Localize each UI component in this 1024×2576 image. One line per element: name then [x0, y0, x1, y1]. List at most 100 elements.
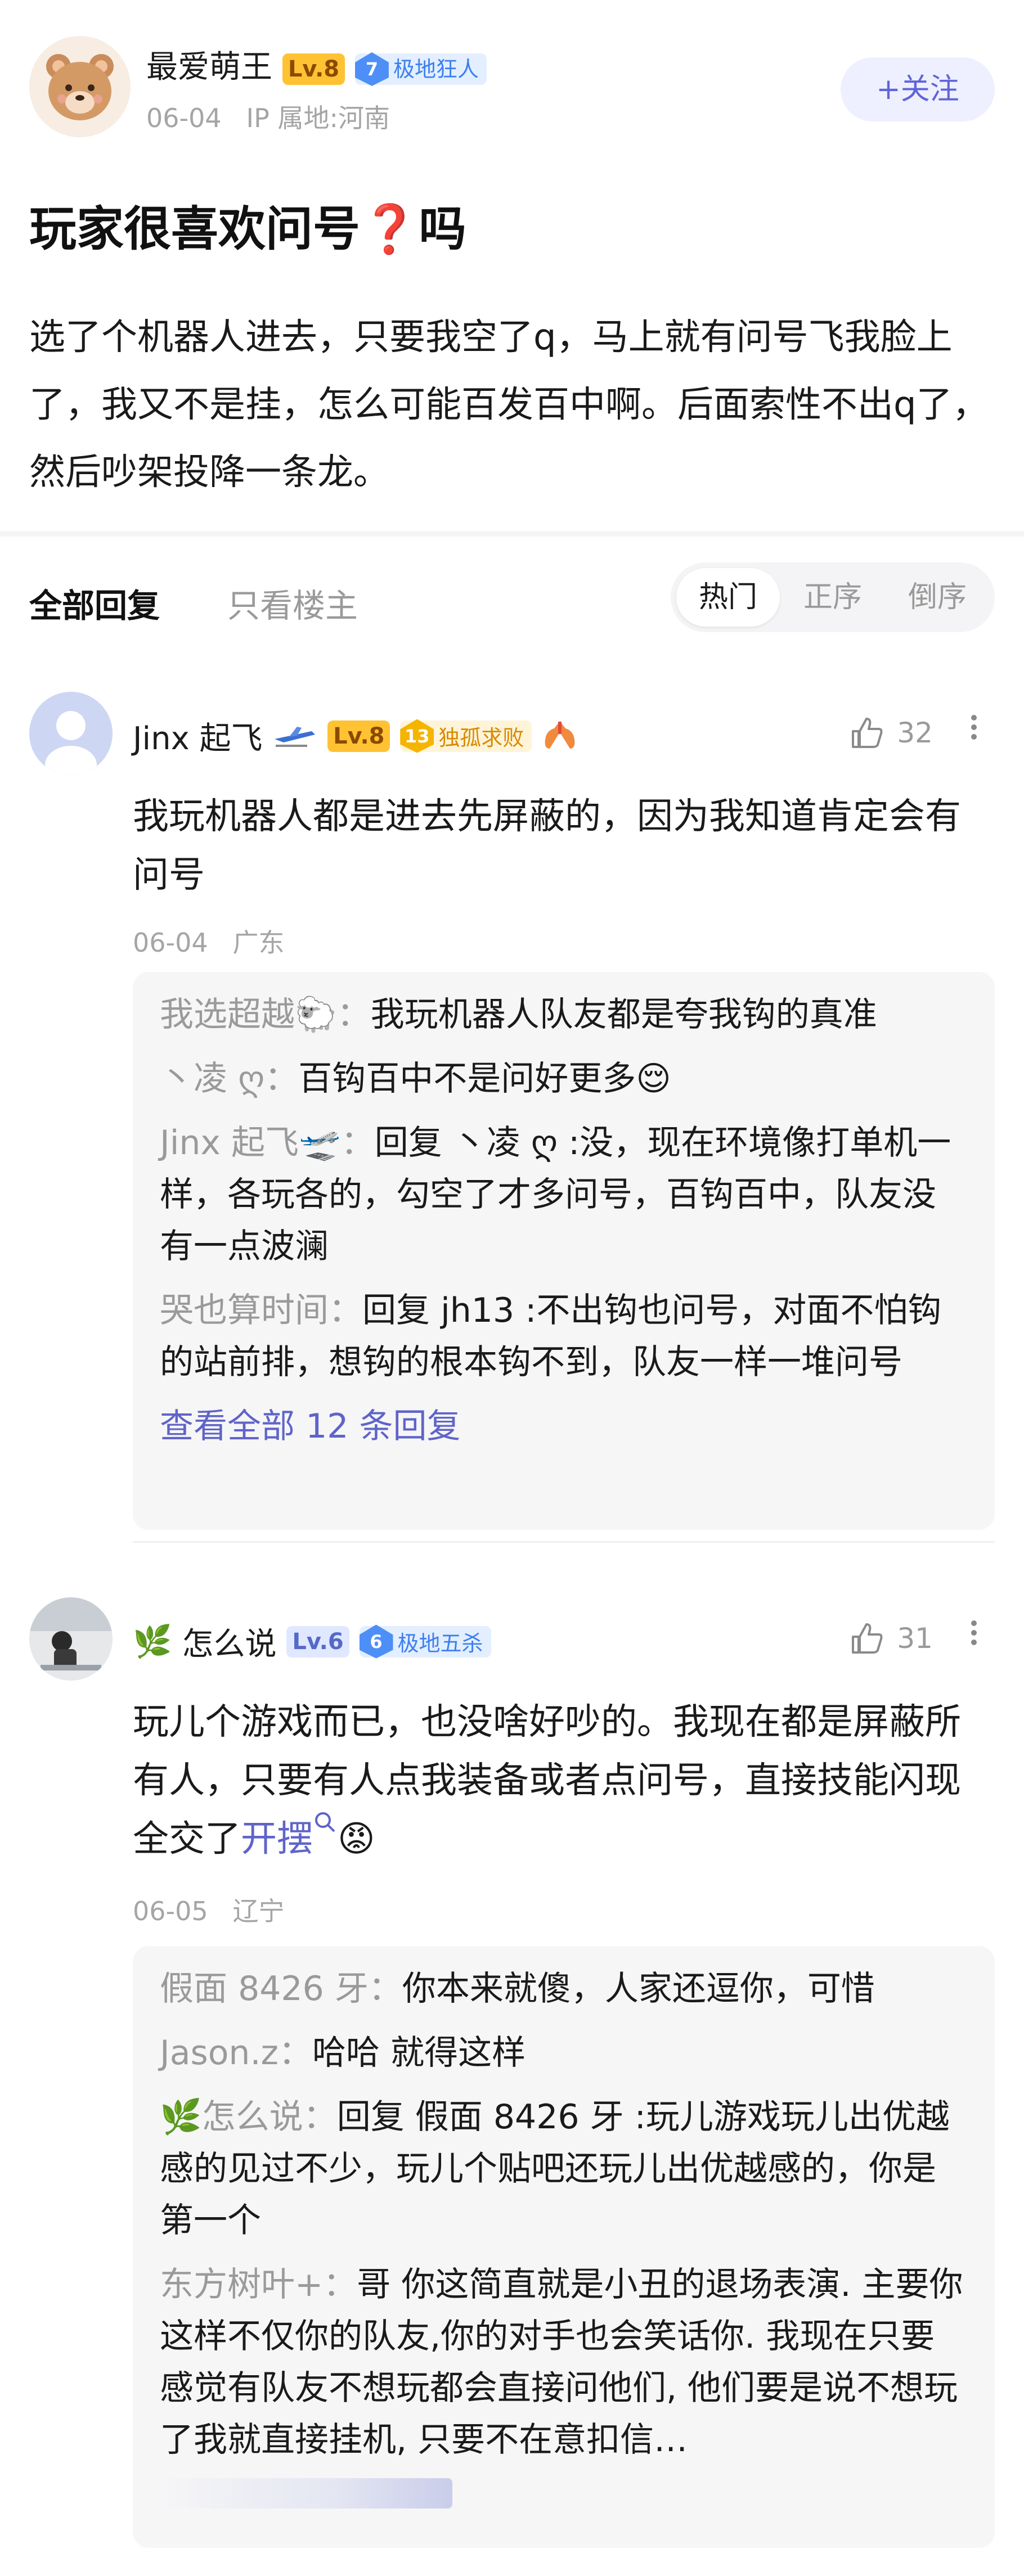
follow-button[interactable]: +关注: [841, 57, 995, 121]
reply-author[interactable]: Jason.z: [160, 2033, 279, 2073]
more-options-icon[interactable]: [965, 711, 982, 756]
commenter-avatar[interactable]: [29, 1597, 113, 1681]
diamond-icon: 6: [359, 1624, 393, 1659]
angry-face-emoji-icon: 😡: [338, 1818, 375, 1860]
tier-badge: 13 独孤求败: [400, 719, 532, 753]
post-header: 最爱萌王 Lv.8 7 极地狂人 06-04 IP 属地:河南 +关注: [29, 36, 995, 137]
tier-badge: 7 极地狂人: [354, 52, 487, 86]
reply-author[interactable]: 假面 8426 牙: [160, 1969, 369, 2008]
reply-item[interactable]: 丶凌 ღ：百钩百中不是问好更多😌: [160, 1053, 968, 1105]
reply-author[interactable]: 怎么说: [202, 2097, 303, 2137]
reply-item[interactable]: Jason.z：哈哈 就得这样: [160, 2027, 968, 2079]
sheep-icon: 🐑: [295, 995, 337, 1034]
leaf-icon: 🌿: [160, 2097, 202, 2137]
comment-date: 06-04: [133, 927, 208, 958]
leaf-icon: 🌿: [133, 1623, 172, 1660]
reply-separator: ：: [336, 995, 371, 1034]
photo-avatar-icon: [29, 1597, 113, 1681]
tier-badge: 6 极地五杀: [359, 1624, 491, 1659]
sort-descending[interactable]: 倒序: [886, 568, 989, 627]
author-avatar[interactable]: [29, 36, 131, 137]
level-badge: Lv.8: [282, 53, 345, 85]
reply-text: 哈哈 就得这样: [312, 2033, 526, 2073]
reply-author[interactable]: Jinx 起飞: [160, 1123, 299, 1163]
default-avatar-icon: [29, 692, 113, 775]
reply-item[interactable]: 东方树叶+：哥 你这简直就是小丑的退场表演. 主要你这样不仅你的队友,你的对手也…: [160, 2259, 968, 2466]
reply-item[interactable]: 我选超越🐑：我玩机器人队友都是夸我钩的真准: [160, 989, 968, 1041]
reply-tabs: 全部回复 只看楼主 热门 正序 倒序: [29, 562, 995, 632]
lungs-icon: [545, 721, 575, 749]
post-date: 06-04: [146, 103, 222, 133]
reply-item[interactable]: 假面 8426 牙：你本来就傻，人家还逗你，可惜: [160, 1963, 968, 2015]
like-count: 31: [897, 1622, 933, 1655]
tab-only-op[interactable]: 只看楼主: [227, 579, 358, 627]
reply-item[interactable]: 哭也算时间：回复 jh13 :不出钩也问号，对面不怕钩的站前排，想钩的根本钩不到…: [160, 1285, 968, 1388]
search-icon[interactable]: [313, 1810, 338, 1835]
reply-separator: ：: [368, 1969, 402, 2008]
comment-location: 辽宁: [232, 1896, 285, 1926]
airplane-icon: [275, 726, 316, 747]
reply-author[interactable]: 丶凌 ღ: [160, 1059, 264, 1098]
comment-divider: [133, 1541, 995, 1543]
reply-separator: ：: [264, 1059, 299, 1098]
comment-text: 我玩机器人都是进去先屏蔽的，因为我知道肯定会有问号: [133, 796, 961, 896]
comment-text: 玩儿个游戏而已，也没啥好吵的。我现在都是屏蔽所有人，只要有人点我装备或者点问号，…: [133, 1693, 995, 1868]
commenter-name[interactable]: 怎么说: [182, 1626, 277, 1663]
comment-item: 🌿 怎么说 Lv.6 6 极地五杀 31 玩儿个游戏而已，也没啥好吵的。我现在都…: [29, 1597, 995, 2554]
reply-separator: ：: [303, 2097, 337, 2137]
reply-author[interactable]: 东方树叶+: [160, 2265, 323, 2304]
level-badge: Lv.8: [327, 720, 390, 752]
reply-separator: ：: [329, 1291, 362, 1330]
section-divider: [0, 531, 1024, 537]
commenter-avatar[interactable]: [29, 692, 113, 775]
tier-label: 极地狂人: [393, 56, 479, 82]
diamond-icon: 13: [400, 719, 434, 753]
reply-text: 你本来就傻，人家还逗你，可惜: [402, 1969, 875, 2008]
reply-item[interactable]: 🌿怎么说：回复 假面 8426 牙 :玩儿游戏玩儿出优越感的见过不少，玩儿个贴吧…: [160, 2091, 968, 2246]
post-meta: 06-04 IP 属地:河南: [146, 98, 390, 135]
smile-emoji-icon: 😌: [636, 1059, 671, 1098]
sort-toggle: 热门 正序 倒序: [671, 562, 995, 632]
like-count: 32: [897, 717, 933, 749]
post-title-suffix: 吗: [419, 201, 466, 256]
more-options-icon[interactable]: [965, 1616, 982, 1661]
reply-author[interactable]: 我选超越: [160, 995, 295, 1034]
like-button[interactable]: 32: [850, 715, 933, 750]
comment-date: 06-05: [133, 1896, 208, 1926]
reply-text: 百钩百中不是问好更多: [298, 1059, 636, 1098]
loading-placeholder-bar: [160, 2478, 452, 2509]
search-link[interactable]: 开摆: [241, 1818, 313, 1860]
post-body: 选了个机器人进去，只要我空了q，马上就有问号飞我脸上了，我又不是挂，怎么可能百发…: [29, 317, 989, 493]
post-ip: IP 属地:河南: [246, 103, 390, 133]
commenter-name-row: Jinx 起飞 Lv.8 13 独孤求败: [133, 713, 578, 759]
post-title-text: 玩家很喜欢问号: [29, 201, 361, 256]
level-badge: Lv.6: [286, 1625, 349, 1658]
reply-separator: ：: [340, 1123, 375, 1163]
reply-author[interactable]: 哭也算时间: [160, 1291, 329, 1330]
tab-all-replies[interactable]: 全部回复: [29, 579, 160, 627]
comment-location: 广东: [232, 927, 285, 958]
reply-box: 假面 8426 牙：你本来就傻，人家还逗你，可惜 Jason.z：哈哈 就得这样…: [133, 1946, 995, 2548]
comment-meta: 06-04 广东: [133, 922, 285, 960]
comment-meta: 06-05 辽宁: [133, 1891, 285, 1928]
tier-label: 极地五杀: [397, 1631, 483, 1656]
view-all-replies-link[interactable]: 查看全部 12 条回复: [160, 1400, 968, 1452]
diamond-icon: 7: [354, 52, 389, 86]
thumbs-up-icon: [852, 718, 883, 748]
commenter-name[interactable]: Jinx 起飞: [133, 720, 263, 757]
reply-separator: ：: [279, 2033, 313, 2073]
author-name[interactable]: 最爱萌王: [146, 49, 272, 85]
sort-ascending[interactable]: 正序: [781, 568, 884, 627]
post-title: 玩家很喜欢问号❓吗: [29, 191, 466, 259]
question-mark-icon: ❓: [360, 201, 419, 256]
like-button[interactable]: 31: [850, 1621, 933, 1656]
tier-label: 独孤求败: [438, 726, 524, 750]
author-name-row: 最爱萌王 Lv.8 7 极地狂人: [146, 48, 487, 87]
comment-item: Jinx 起飞 Lv.8 13 独孤求败 32 我玩机器人都是进去先屏蔽的，因为…: [29, 692, 995, 1530]
reply-text: 我玩机器人队友都是夸我钩的真准: [370, 995, 877, 1034]
thumbs-up-icon: [852, 1623, 883, 1654]
bear-avatar-icon: [29, 36, 131, 137]
sort-hot[interactable]: 热门: [676, 568, 780, 627]
airplane-icon: 🛫: [298, 1123, 341, 1163]
reply-item[interactable]: Jinx 起飞🛫：回复 丶凌 ღ :没，现在环境像打单机一样，各玩各的，勾空了才…: [160, 1117, 968, 1272]
